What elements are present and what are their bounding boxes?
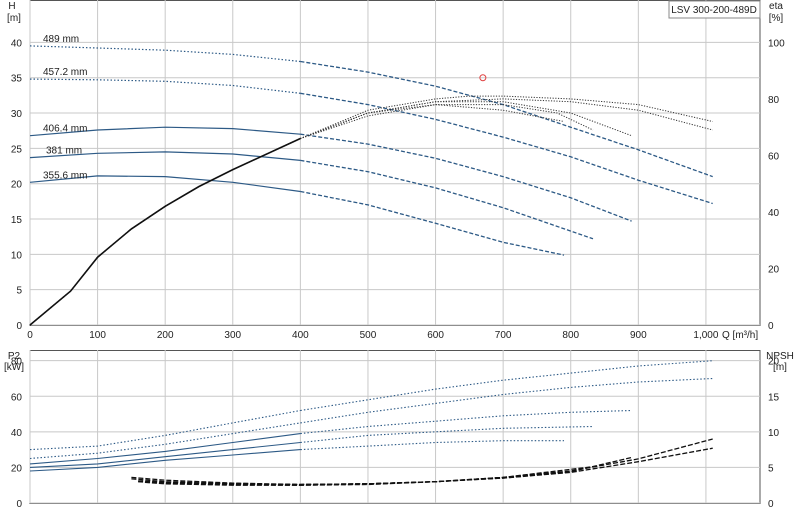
y-tick-label: 35 <box>11 74 23 85</box>
head-curve <box>300 133 632 222</box>
y-right-tick-label: 15 <box>768 392 780 403</box>
y-tick-label: 10 <box>11 250 23 261</box>
x-tick-label: 900 <box>630 330 647 341</box>
efficiency-curve <box>29 104 594 326</box>
y-tick-label: 60 <box>11 392 23 403</box>
npsh-curve <box>144 471 565 486</box>
x-tick-label: 700 <box>495 330 512 341</box>
y-axis-label: [kW] <box>4 362 24 373</box>
x-tick-label: 0 <box>27 330 33 341</box>
x-tick-label: 500 <box>360 330 377 341</box>
x-tick-label: 800 <box>562 330 579 341</box>
y-tick-label: 40 <box>11 428 23 439</box>
head-curve <box>300 60 713 178</box>
y-tick-label: 20 <box>11 180 23 191</box>
y-right-tick-label: 60 <box>768 151 780 162</box>
y-right-tick-label: 0 <box>768 321 774 332</box>
efficiency-curve <box>29 101 632 326</box>
y-tick-label: 15 <box>11 215 23 226</box>
x-axis-label: Q [m³/h] <box>722 330 758 341</box>
y-right-tick-label: 10 <box>768 428 780 439</box>
head-curve-label: 406.4 mm <box>43 124 87 135</box>
y-right-tick-label: 100 <box>768 38 785 49</box>
power-curve <box>300 440 564 451</box>
head-curve-label: 489 mm <box>43 34 79 45</box>
y-right-axis-label: eta <box>769 1 783 12</box>
x-tick-label: 300 <box>224 330 241 341</box>
x-tick-label: 600 <box>427 330 444 341</box>
x-tick-label: 100 <box>89 330 106 341</box>
y-right-axis-label: NPSH <box>766 351 794 362</box>
y-tick-label: 0 <box>16 499 22 510</box>
x-tick-label: 400 <box>292 330 309 341</box>
power-curve <box>300 409 632 435</box>
power-curve <box>300 425 594 444</box>
head-curve-label: 355.6 mm <box>43 170 87 181</box>
power-curve <box>300 377 713 424</box>
y-tick-label: 5 <box>16 286 22 297</box>
y-tick-label: 25 <box>11 144 23 155</box>
y-right-axis-label: [%] <box>769 13 784 24</box>
efficiency-curve <box>29 95 713 326</box>
y-right-tick-label: 20 <box>768 264 780 275</box>
head-curve-label: 381 mm <box>46 146 82 157</box>
y-axis-label: P2 <box>8 351 21 362</box>
y-axis-label: [m] <box>7 13 21 24</box>
x-tick-label: 1,000 <box>693 330 718 341</box>
y-tick-label: 20 <box>11 463 23 474</box>
chart-title: LSV 300-200-489D <box>671 5 757 16</box>
efficiency-curve <box>29 104 565 326</box>
npsh-curve <box>131 438 713 486</box>
npsh-curve <box>131 447 713 486</box>
power-curve <box>300 360 713 412</box>
pump-performance-chart: 0 100 200 300 400 500 600 700 800 900 1,000 Q [m³/h… <box>4 0 794 510</box>
y-right-tick-label: 5 <box>768 463 774 474</box>
y-right-tick-label: 40 <box>768 208 780 219</box>
x-tick-label: 200 <box>157 330 174 341</box>
y-right-tick-label: 0 <box>768 499 774 510</box>
head-curve-label: 457.2 mm <box>43 67 87 78</box>
y-right-axis-label: [m] <box>773 362 787 373</box>
head-curve <box>300 190 565 256</box>
y-tick-label: 0 <box>16 321 22 332</box>
y-axis-label: H <box>8 1 15 12</box>
efficiency-curve <box>29 98 713 326</box>
y-tick-label: 30 <box>11 109 23 120</box>
y-right-tick-label: 80 <box>768 95 780 106</box>
y-tick-label: 40 <box>11 38 23 49</box>
